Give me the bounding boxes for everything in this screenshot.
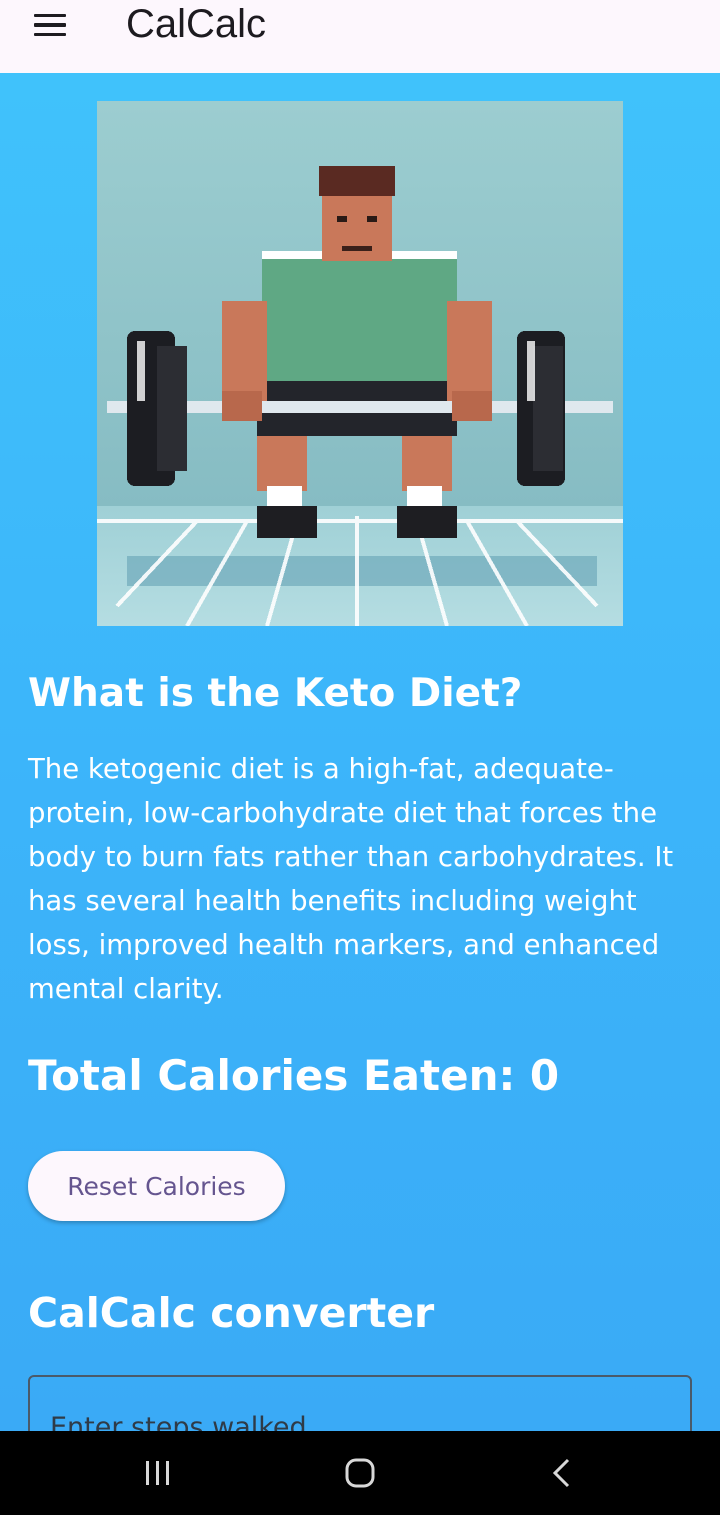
- app-title: CalCalc: [126, 2, 267, 46]
- keto-description: The ketogenic diet is a high-fat, adequa…: [28, 753, 674, 1005]
- recent-apps-icon[interactable]: [108, 1431, 208, 1515]
- reset-calories-button[interactable]: Reset Calories: [28, 1151, 285, 1221]
- steps-field[interactable]: [28, 1375, 692, 1431]
- hero-image: [97, 101, 623, 626]
- app-bar: CalCalc: [0, 0, 720, 73]
- main-content[interactable]: What is the Keto Diet? The ketogenic die…: [0, 73, 720, 1431]
- keto-heading: What is the Keto Diet?: [28, 671, 523, 716]
- home-icon[interactable]: [310, 1431, 410, 1515]
- back-icon[interactable]: [512, 1431, 612, 1515]
- hamburger-menu-icon[interactable]: [22, 0, 78, 50]
- steps-input[interactable]: [50, 1407, 670, 1431]
- system-navigation-bar: [0, 1431, 720, 1515]
- converter-heading: CalCalc converter: [28, 1289, 435, 1337]
- total-calories-text: Total Calories Eaten: 0: [28, 1051, 560, 1100]
